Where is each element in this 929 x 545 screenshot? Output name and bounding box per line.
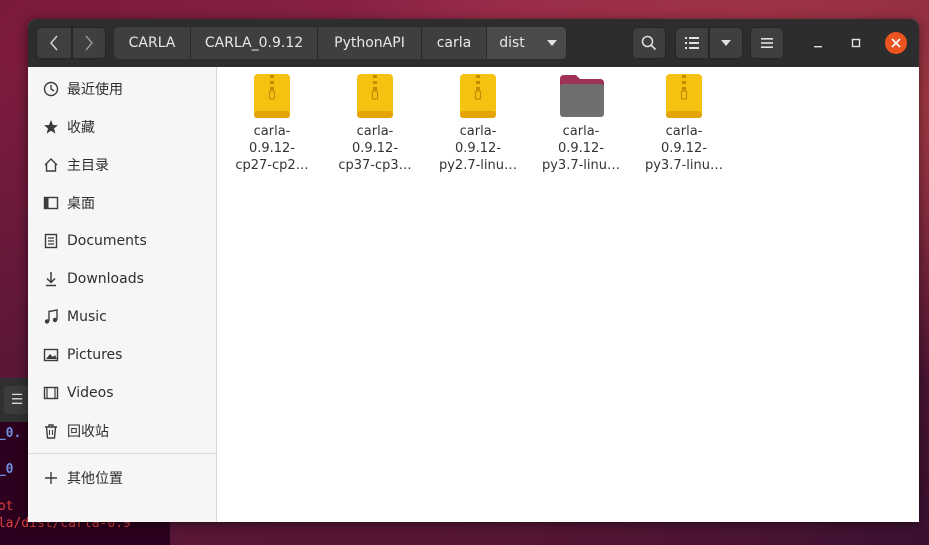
triangle-down-icon: [546, 40, 557, 46]
file-name-line: 0.9.12-: [557, 141, 605, 156]
file-name-line: cp37-cp3…: [338, 158, 412, 173]
folder-icon: [560, 75, 604, 117]
terminal-line: A_0.: [0, 426, 22, 441]
file-name-line: 0.9.12-: [248, 141, 296, 156]
sidebar-item-home[interactable]: 主目录: [28, 147, 217, 183]
breadcrumb-carla-version[interactable]: CARLA_0.9.12: [191, 27, 318, 59]
home-icon: [42, 156, 60, 174]
clock-icon: [42, 80, 60, 98]
music-icon: [42, 308, 60, 326]
file-name: carla- 0.9.12- cp27-cp2…: [222, 123, 322, 174]
view-options-button[interactable]: [709, 27, 743, 59]
breadcrumb-carla-root[interactable]: CARLA: [114, 27, 191, 59]
maximize-button[interactable]: [846, 33, 866, 53]
file-name-line: carla-: [356, 124, 394, 139]
sidebar-item-desktop[interactable]: 桌面: [28, 185, 217, 221]
sidebar-item-documents[interactable]: Documents: [28, 223, 217, 259]
file-name: carla- 0.9.12- py2.7-linu…: [428, 123, 528, 174]
file-manager-window: CARLA CARLA_0.9.12 PythonAPI carla dist: [28, 19, 919, 522]
file-name-line: py3.7-linu…: [644, 158, 723, 173]
star-icon: [42, 118, 60, 136]
file-name-line: py3.7-linu…: [541, 158, 620, 173]
main-menu-button[interactable]: [750, 27, 784, 59]
sidebar-item-recent[interactable]: 最近使用: [28, 71, 217, 107]
sidebar-item-starred[interactable]: 收藏: [28, 109, 217, 145]
view-toggle-button[interactable]: [675, 27, 709, 59]
terminal-line: A_0: [0, 462, 14, 477]
file-view[interactable]: carla- 0.9.12- cp27-cp2… carla- 0.9.12- …: [217, 67, 919, 522]
close-button[interactable]: [885, 32, 907, 54]
sidebar-item-downloads[interactable]: Downloads: [28, 261, 217, 297]
sidebar-item-videos[interactable]: Videos: [28, 375, 217, 411]
breadcrumb-dist[interactable]: dist: [487, 27, 537, 59]
headerbar: CARLA CARLA_0.9.12 PythonAPI carla dist: [28, 19, 919, 67]
file-name-line: carla-: [459, 124, 497, 139]
sidebar-item-label: 主目录: [67, 158, 109, 174]
breadcrumb-dropdown-button[interactable]: [537, 27, 567, 59]
terminal-line: not: [0, 499, 14, 514]
sidebar-item-pictures[interactable]: Pictures: [28, 337, 217, 373]
sidebar-item-label: Videos: [67, 385, 114, 401]
file-name-line: carla-: [665, 124, 703, 139]
document-icon: [42, 232, 60, 250]
minimize-icon: [814, 46, 822, 48]
hamburger-menu-icon: [761, 38, 773, 48]
file-item[interactable]: carla- 0.9.12- cp27-cp2…: [222, 73, 322, 183]
sidebar-item-label: Pictures: [67, 347, 123, 363]
archive-icon: [460, 74, 496, 118]
sidebar: 最近使用 收藏 主目录 桌面 Documents Downloads Music: [28, 67, 217, 522]
triangle-down-icon: [721, 40, 731, 46]
search-button[interactable]: [632, 27, 666, 59]
chevron-right-icon: [85, 35, 93, 51]
list-view-icon: [685, 37, 699, 49]
sidebar-item-label: 回收站: [67, 424, 109, 440]
trash-icon: [42, 422, 60, 440]
file-name: carla- 0.9.12- py3.7-linu…: [634, 123, 734, 174]
sidebar-item-label: Music: [67, 309, 107, 325]
archive-icon: [254, 74, 290, 118]
forward-button[interactable]: [72, 27, 106, 59]
chevron-left-icon: [50, 35, 58, 51]
sidebar-item-trash[interactable]: 回收站: [28, 413, 217, 449]
file-name: carla- 0.9.12- py3.7-linu…: [531, 123, 631, 174]
minimize-button[interactable]: [808, 33, 828, 53]
sidebar-separator: [28, 453, 217, 454]
back-button[interactable]: [36, 27, 72, 59]
file-name-line: 0.9.12-: [660, 141, 708, 156]
sidebar-item-label: Documents: [67, 233, 147, 249]
sidebar-item-label: 最近使用: [67, 82, 123, 98]
file-name-line: cp27-cp2…: [235, 158, 309, 173]
search-icon: [641, 35, 657, 51]
download-icon: [42, 270, 60, 288]
sidebar-item-label: Downloads: [67, 271, 144, 287]
sidebar-item-label: 收藏: [67, 120, 95, 136]
file-name-line: carla-: [253, 124, 291, 139]
sidebar-item-label: 其他位置: [67, 471, 123, 487]
picture-icon: [42, 346, 60, 364]
file-name-line: carla-: [562, 124, 600, 139]
breadcrumb-carla[interactable]: carla: [422, 27, 487, 59]
file-item[interactable]: carla- 0.9.12- cp37-cp3…: [325, 73, 425, 183]
folder-item[interactable]: carla- 0.9.12- py3.7-linu…: [531, 73, 631, 183]
breadcrumb-pythonapi[interactable]: PythonAPI: [318, 27, 422, 59]
plus-icon: [42, 469, 60, 487]
terminal-menu-icon[interactable]: ☰: [4, 386, 30, 414]
close-icon: [891, 38, 901, 48]
file-name-line: py2.7-linu…: [438, 158, 517, 173]
archive-icon: [666, 74, 702, 118]
sidebar-item-music[interactable]: Music: [28, 299, 217, 335]
file-name-line: 0.9.12-: [454, 141, 502, 156]
file-name-line: 0.9.12-: [351, 141, 399, 156]
file-name: carla- 0.9.12- cp37-cp3…: [325, 123, 425, 174]
video-icon: [42, 384, 60, 402]
file-item[interactable]: carla- 0.9.12- py3.7-linu…: [634, 73, 734, 183]
desktop-icon: [42, 194, 60, 212]
file-item[interactable]: carla- 0.9.12- py2.7-linu…: [428, 73, 528, 183]
sidebar-item-label: 桌面: [67, 196, 95, 212]
sidebar-item-other-locations[interactable]: 其他位置: [28, 460, 217, 496]
maximize-icon: [851, 38, 861, 48]
archive-icon: [357, 74, 393, 118]
